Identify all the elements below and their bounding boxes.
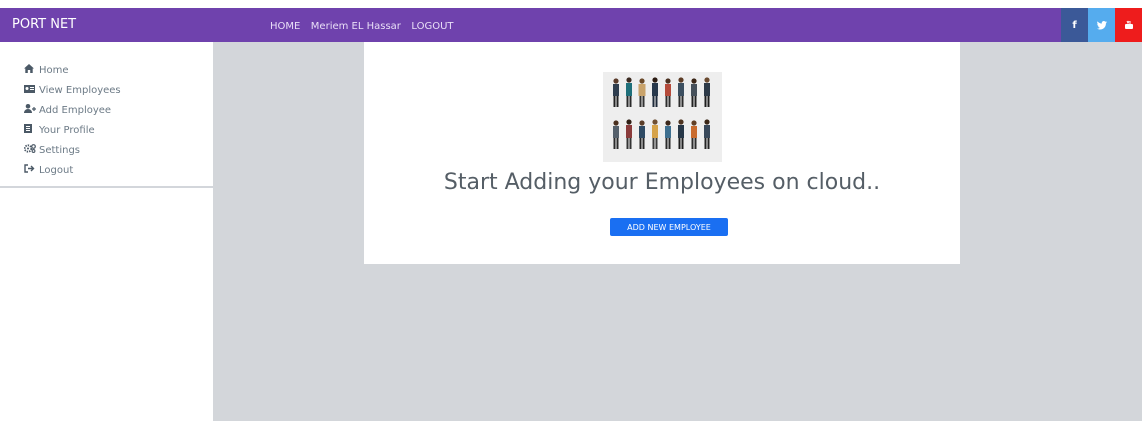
nav-logout-link[interactable]: LOGOUT — [411, 21, 453, 32]
welcome-card: Start Adding your Employees on cloud.. A… — [364, 42, 960, 264]
sidebar-menu: Home View Employees Add Employee Your Pr… — [0, 42, 213, 188]
user-plus-icon — [24, 104, 37, 116]
top-nav-links: HOME Meriem EL Hassar LOGOUT — [270, 8, 460, 44]
id-card-icon — [24, 84, 37, 96]
sidebar-item-logout[interactable]: Logout — [24, 161, 73, 179]
twitter-icon[interactable] — [1088, 8, 1115, 42]
main-content: Start Adding your Employees on cloud.. A… — [213, 42, 1142, 421]
youtube-icon[interactable] — [1115, 8, 1142, 42]
sidebar-item-label: Add Employee — [39, 104, 112, 116]
employees-illustration — [603, 72, 722, 162]
add-new-employee-button[interactable]: ADD NEW EMPLOYEE — [610, 218, 728, 236]
facebook-icon[interactable]: f — [1061, 8, 1088, 42]
sidebar-item-label: Your Profile — [39, 124, 95, 136]
home-icon — [24, 64, 37, 76]
sidebar-item-home[interactable]: Home — [24, 61, 69, 79]
sidebar-item-label: Logout — [39, 164, 74, 176]
brand-logo[interactable]: PORT NET — [12, 8, 76, 42]
sidebar-item-label: View Employees — [39, 84, 121, 96]
sidebar: Home View Employees Add Employee Your Pr… — [0, 42, 213, 421]
social-links: f — [1061, 8, 1142, 42]
top-navbar: PORT NET HOME Meriem EL Hassar LOGOUT f — [0, 8, 1142, 42]
sidebar-item-label: Home — [39, 64, 69, 76]
nav-user-link[interactable]: Meriem EL Hassar — [311, 21, 401, 32]
sidebar-item-add-employee[interactable]: Add Employee — [24, 101, 111, 119]
profile-icon — [24, 124, 37, 136]
sign-out-icon — [24, 164, 37, 176]
row-1 — [613, 77, 710, 107]
sidebar-item-your-profile[interactable]: Your Profile — [24, 121, 95, 139]
row-2 — [613, 119, 710, 149]
gears-icon — [23, 144, 37, 156]
page-headline: Start Adding your Employees on cloud.. — [443, 170, 881, 195]
sidebar-item-settings[interactable]: Settings — [23, 141, 81, 159]
sidebar-item-label: Settings — [39, 144, 81, 156]
sidebar-item-view-employees[interactable]: View Employees — [24, 81, 121, 99]
nav-home-link[interactable]: HOME — [270, 21, 300, 32]
